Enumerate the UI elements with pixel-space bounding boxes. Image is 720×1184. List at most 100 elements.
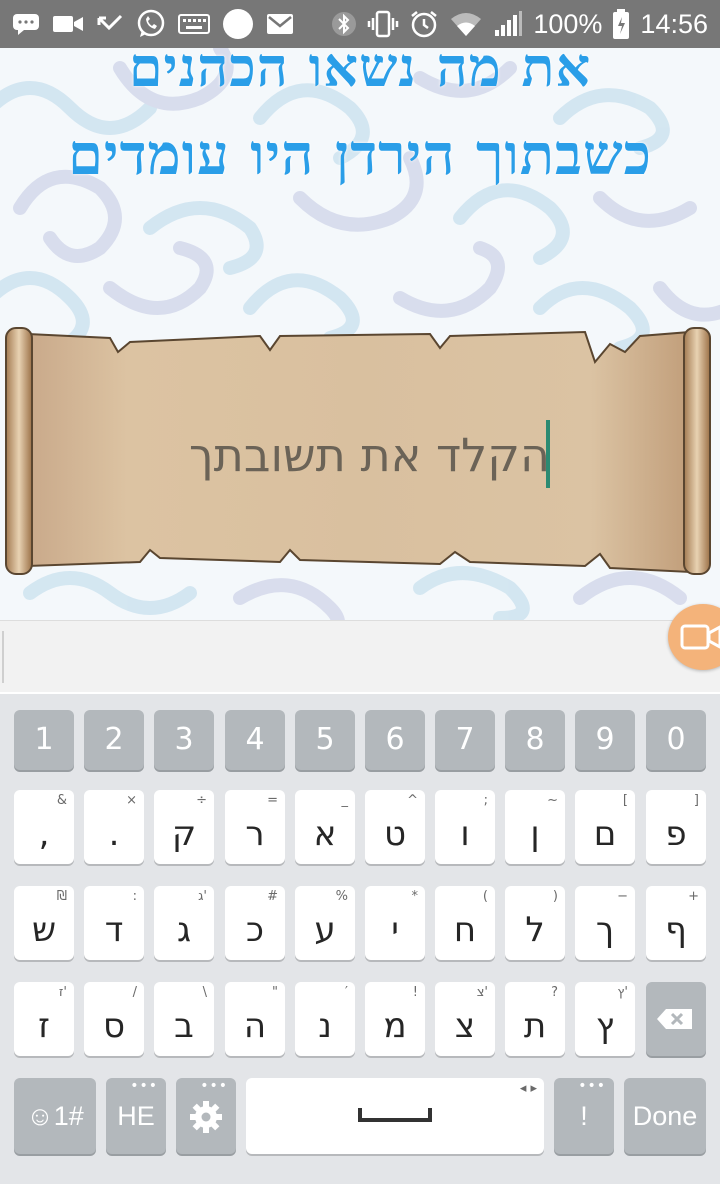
key-number-9[interactable]: 9 [575, 710, 635, 770]
key-hint: & [56, 793, 67, 808]
key-letter[interactable]: [ם [575, 790, 635, 864]
key-hint: % [335, 889, 348, 904]
key-letter[interactable]: ז' ז [14, 982, 74, 1056]
key-hint: ג' [198, 889, 207, 904]
key-label: ש [31, 910, 57, 950]
key-letter[interactable]: ץ' ץ [575, 982, 635, 1056]
key-letter[interactable]: / ס [84, 982, 144, 1056]
settings-key[interactable]: ••• [176, 1078, 236, 1154]
key-letter[interactable]: (ח [435, 886, 495, 960]
video-camera-icon [52, 9, 84, 39]
key-hint: ~ [547, 793, 558, 808]
video-record-button[interactable] [668, 604, 720, 670]
key-letter[interactable]: ~ ן [505, 790, 565, 864]
key-label: ך [595, 910, 615, 950]
key-letter[interactable]: + ף [646, 886, 706, 960]
key-number-3[interactable]: 3 [154, 710, 214, 770]
key-letter[interactable]: − ך [575, 886, 635, 960]
key-letter[interactable]: \ ב [154, 982, 214, 1056]
key-label: ץ [595, 1006, 615, 1046]
key-label: ל [525, 910, 545, 950]
punctuation-key[interactable]: •••! [554, 1078, 614, 1154]
key-letter[interactable]: צ' צ [435, 982, 495, 1056]
key-hint: ′ [345, 985, 348, 1000]
key-letter[interactable]: = ר [225, 790, 285, 864]
key-hint: צ' [476, 985, 488, 1000]
key-hint: * [411, 889, 419, 904]
language-key[interactable]: ••• HE [106, 1078, 166, 1154]
key-label: ס [102, 1006, 126, 1046]
key-hint: " [272, 985, 278, 1000]
question-line-2: כשבתוך הירדן היו עומדים [67, 122, 653, 188]
key-label: . [108, 814, 120, 854]
key-number-2[interactable]: 2 [84, 710, 144, 770]
key-letter[interactable]: &, [14, 790, 74, 864]
keyboard: 1 2 3 4 5 6 7 8 9 0 &, ×. ÷ ק = ר _ א ^ ט; ו ~ ן[ם] פ ₪ ש: ד ג' ג # כ%… [0, 694, 720, 1184]
key-hint: × [126, 793, 137, 808]
key-letter[interactable]: ? ת [505, 982, 565, 1056]
key-hint: \ [202, 985, 207, 1000]
key-letter[interactable]: ₪ ש [14, 886, 74, 960]
key-hint: = [267, 793, 278, 808]
key-letter[interactable]: ÷ ק [154, 790, 214, 864]
key-hint: ^ [407, 793, 418, 808]
key-letter[interactable]: " ה [225, 982, 285, 1056]
key-letter[interactable]: % ע [295, 886, 355, 960]
text-cursor [546, 420, 550, 488]
key-hint: ז' [58, 985, 67, 1000]
key-hint: [ [622, 793, 628, 808]
key-letter[interactable]: ×. [84, 790, 144, 864]
key-label: מ [383, 1006, 407, 1046]
key-letter[interactable]: # כ [225, 886, 285, 960]
space-key[interactable]: ◂ ▸ [246, 1078, 544, 1154]
key-number-8[interactable]: 8 [505, 710, 565, 770]
symbols-emoji-key[interactable]: ☺1# [14, 1078, 96, 1154]
key-letter[interactable]: ג' ג [154, 886, 214, 960]
key-number-7[interactable]: 7 [435, 710, 495, 770]
key-letter[interactable]: ! מ [365, 982, 425, 1056]
backspace-icon [657, 1009, 692, 1029]
key-letter[interactable]: ) ל [505, 886, 565, 960]
clock-time: 14:56 [640, 8, 708, 39]
answer-field[interactable]: הקלד את תשובתך [120, 420, 550, 490]
key-letter[interactable]: :ד [84, 886, 144, 960]
key-letter[interactable]: _ א [295, 790, 355, 864]
backspace-key[interactable] [646, 982, 706, 1056]
done-key[interactable]: Done [624, 1078, 706, 1154]
key-letter[interactable]: ; ו [435, 790, 495, 864]
space-arrows: ◂ ▸ [519, 1081, 537, 1096]
key-number-6[interactable]: 6 [365, 710, 425, 770]
key-hint: + [688, 889, 699, 904]
key-number-0[interactable]: 0 [646, 710, 706, 770]
done-label: Done [632, 1101, 698, 1131]
key-number-4[interactable]: 4 [225, 710, 285, 770]
key-number-1[interactable]: 1 [14, 710, 74, 770]
key-letter[interactable]: ] פ [646, 790, 706, 864]
key-letter[interactable]: ^ ט [365, 790, 425, 864]
key-hint: − [617, 889, 628, 904]
key-hint: ; [483, 793, 488, 808]
key-label: ם [593, 814, 617, 854]
key-letter[interactable]: ′ נ [295, 982, 355, 1056]
more-dots: ••• [200, 1078, 228, 1094]
symbols-emoji-label: ☺1# [26, 1101, 84, 1131]
input-caret [2, 631, 4, 683]
key-hint: ? [551, 985, 558, 1000]
key-label: י [391, 910, 399, 950]
key-label: ן [530, 814, 540, 854]
key-label: ר [245, 814, 265, 854]
key-label: , [38, 814, 50, 854]
key-hint: / [132, 985, 137, 1000]
key-hint: : [132, 889, 137, 904]
key-label: פ [665, 814, 687, 854]
key-hint: ₪ [56, 889, 67, 904]
input-strip[interactable] [0, 620, 720, 692]
key-label: ו [460, 814, 470, 854]
key-letter[interactable]: * י [365, 886, 425, 960]
key-number-5[interactable]: 5 [295, 710, 355, 770]
chat-bubble-icon [12, 9, 40, 39]
punctuation-label: ! [580, 1101, 588, 1131]
key-label: כ [246, 910, 264, 950]
key-hint: ) [552, 889, 558, 904]
key-hint: ! [412, 985, 418, 1000]
